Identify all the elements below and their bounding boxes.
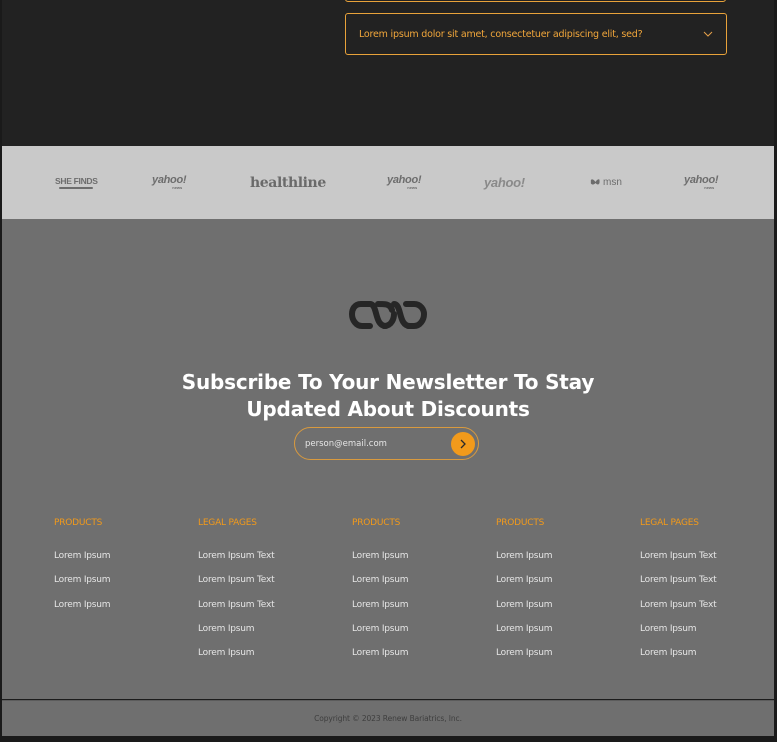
footer-column: LEGAL PAGES Lorem Ipsum Text Lorem Ipsum… xyxy=(640,518,717,671)
footer-link[interactable]: Lorem Ipsum xyxy=(54,599,111,623)
footer-column-heading: LEGAL PAGES xyxy=(198,518,257,528)
msn-logo: msn xyxy=(590,146,622,219)
yahoo-logo: yahoo! xyxy=(484,175,525,190)
footer-link[interactable]: Lorem Ipsum Text xyxy=(640,550,717,574)
footer-link[interactable]: Lorem Ipsum xyxy=(352,599,409,623)
footer-column-heading: PRODUCTS xyxy=(54,518,103,528)
footer-link[interactable]: Lorem Ipsum xyxy=(352,647,409,671)
footer-newsletter-section: Subscribe To Your Newsletter To Stay Upd… xyxy=(2,219,774,699)
faq-item[interactable]: Lorem ipsum dolor sit amet, consectetuer… xyxy=(345,13,727,55)
copyright-bar: Copyright © 2023 Renew Bariatrics, Inc. xyxy=(2,700,774,736)
footer-link[interactable]: Lorem Ipsum xyxy=(496,647,553,671)
email-input[interactable] xyxy=(305,428,445,459)
footer-link[interactable]: Lorem Ipsum xyxy=(496,550,553,574)
footer-link[interactable]: Lorem Ipsum xyxy=(640,623,716,647)
footer-column: PRODUCTS Lorem Ipsum Lorem Ipsum Lorem I… xyxy=(496,518,553,671)
newsletter-heading: Subscribe To Your Newsletter To Stay Upd… xyxy=(181,369,595,421)
footer-link[interactable]: Lorem Ipsum xyxy=(352,550,409,574)
footer-link[interactable]: Lorem Ipsum xyxy=(496,623,553,647)
yahoo-news-logo: yahoo! news xyxy=(684,174,719,191)
press-logo-strip: SHE FINDS yahoo! news healthline yahoo! … xyxy=(2,146,774,219)
footer-link[interactable]: Lorem Ipsum xyxy=(198,647,274,671)
healthline-logo: healthline xyxy=(250,174,326,191)
butterfly-icon xyxy=(590,179,600,185)
footer-link[interactable]: Lorem Ipsum xyxy=(352,574,409,598)
copyright-text: Copyright © 2023 Renew Bariatrics, Inc. xyxy=(314,714,462,723)
chevron-right-icon xyxy=(460,439,466,449)
footer-column: PRODUCTS Lorem Ipsum Lorem Ipsum Lorem I… xyxy=(54,518,111,623)
footer-link[interactable]: Lorem Ipsum Text xyxy=(198,550,275,574)
footer-link[interactable]: Lorem Ipsum xyxy=(496,574,553,598)
footer-column-heading: PRODUCTS xyxy=(352,518,401,528)
footer-link[interactable]: Lorem Ipsum xyxy=(496,599,553,623)
newsletter-form xyxy=(294,427,479,460)
footer-column-heading: PRODUCTS xyxy=(496,518,545,528)
faq-section: Lorem ipsum dolor sit amet, consectetuer… xyxy=(2,0,774,146)
faq-item-previous[interactable] xyxy=(345,0,726,2)
footer-link[interactable]: Lorem Ipsum xyxy=(198,623,274,647)
footer-column-heading: LEGAL PAGES xyxy=(640,518,699,528)
footer-link[interactable]: Lorem Ipsum xyxy=(54,574,111,598)
shefinds-logo: SHE FINDS xyxy=(55,146,98,219)
chevron-down-icon[interactable] xyxy=(702,28,714,40)
footer-link[interactable]: Lorem Ipsum Text xyxy=(640,599,717,623)
footer-link[interactable]: Lorem Ipsum Text xyxy=(198,574,275,598)
footer-link[interactable]: Lorem Ipsum xyxy=(352,623,409,647)
brand-logo-icon xyxy=(348,301,428,329)
faq-question: Lorem ipsum dolor sit amet, consectetuer… xyxy=(359,28,643,40)
footer-link[interactable]: Lorem Ipsum xyxy=(54,550,111,574)
footer-link[interactable]: Lorem Ipsum xyxy=(640,647,716,671)
footer-link[interactable]: Lorem Ipsum Text xyxy=(198,599,275,623)
footer-column: PRODUCTS Lorem Ipsum Lorem Ipsum Lorem I… xyxy=(352,518,409,671)
subscribe-button[interactable] xyxy=(451,432,475,456)
yahoo-news-logo: yahoo! news xyxy=(387,174,422,191)
yahoo-news-logo: yahoo! news xyxy=(152,174,187,191)
footer-column: LEGAL PAGES Lorem Ipsum Text Lorem Ipsum… xyxy=(198,518,275,671)
footer-link[interactable]: Lorem Ipsum Text xyxy=(640,574,717,598)
page-bottom-edge xyxy=(0,736,777,742)
